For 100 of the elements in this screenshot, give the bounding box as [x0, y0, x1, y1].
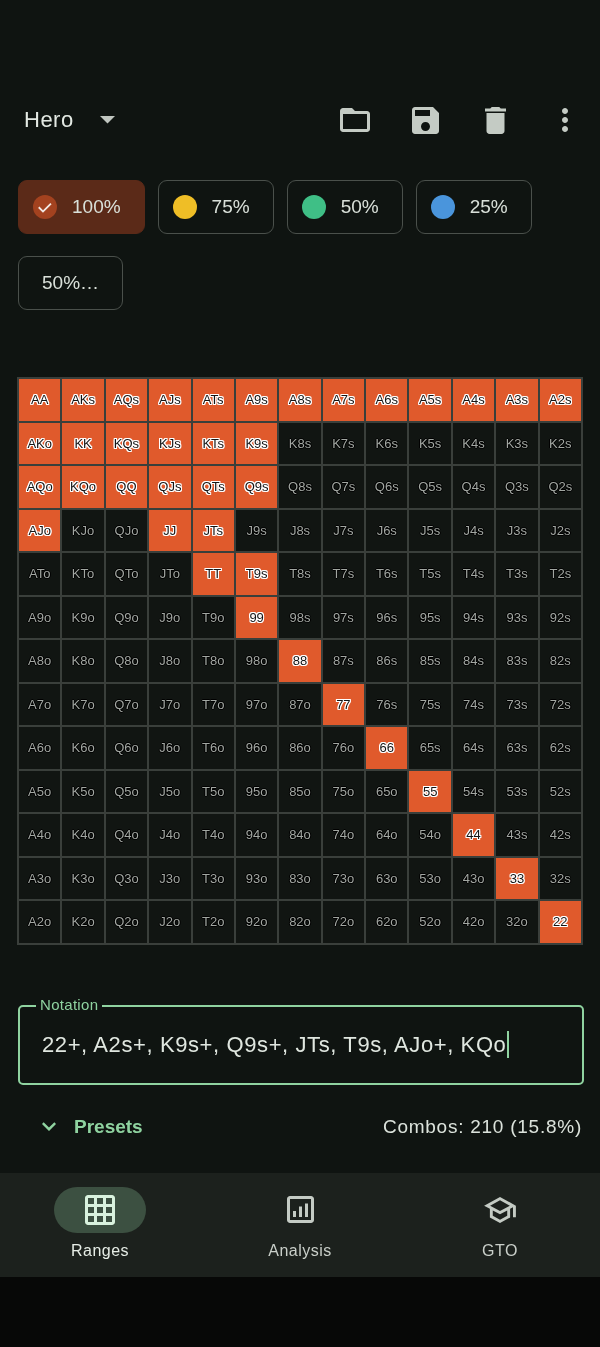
hand-cell[interactable]: 84o [279, 814, 321, 856]
hand-cell[interactable]: 93o [235, 857, 278, 899]
hand-cell[interactable]: K4o [62, 814, 104, 856]
hand-cell[interactable]: 76s [366, 683, 408, 725]
hand-cell[interactable]: AJs [149, 379, 191, 421]
weight-chip[interactable]: 75% [157, 180, 274, 234]
hand-cell[interactable]: 62s [539, 727, 581, 769]
weight-chip[interactable]: 25% [415, 180, 532, 234]
hand-cell[interactable]: 72o [322, 901, 365, 943]
hand-cell[interactable]: 42o [452, 901, 495, 943]
hand-cell[interactable]: A4s [452, 379, 495, 421]
hand-cell[interactable]: 64o [366, 814, 408, 856]
hand-cell[interactable]: 75o [322, 770, 365, 812]
hand-cell[interactable]: K8s [279, 422, 321, 464]
hand-cell[interactable]: KQs [105, 422, 148, 464]
hand-cell[interactable]: A5s [409, 379, 451, 421]
hand-cell[interactable]: K3s [496, 422, 538, 464]
hand-cell[interactable]: Q3s [496, 466, 538, 508]
hand-cell[interactable]: T7o [192, 683, 234, 725]
hand-cell[interactable]: Q9o [105, 596, 148, 638]
hand-cell[interactable]: A7o [19, 683, 61, 725]
hand-cell[interactable]: 65s [409, 727, 451, 769]
hand-cell[interactable]: 85o [279, 770, 321, 812]
hand-cell[interactable]: Q6s [366, 466, 408, 508]
hand-cell[interactable]: K4s [452, 422, 495, 464]
hand-cell[interactable]: JJ [149, 509, 191, 551]
weight-chip[interactable]: 100% [18, 180, 145, 234]
hand-cell[interactable]: 66 [366, 727, 408, 769]
hand-cell[interactable]: J2o [149, 901, 191, 943]
hand-cell[interactable]: Q4s [452, 466, 495, 508]
hand-cell[interactable]: 94s [452, 596, 495, 638]
hand-cell[interactable]: J9o [149, 596, 191, 638]
hand-cell[interactable]: 76o [322, 727, 365, 769]
hand-cell[interactable]: AQs [105, 379, 148, 421]
hand-cell[interactable]: 95s [409, 596, 451, 638]
hand-cell[interactable]: 44 [452, 814, 495, 856]
hand-cell[interactable]: K9o [62, 596, 104, 638]
nav-tab[interactable]: GTO [400, 1172, 600, 1277]
hand-cell[interactable]: J7s [322, 509, 365, 551]
hand-cell[interactable]: 54o [409, 814, 451, 856]
hand-cell[interactable]: 52o [409, 901, 451, 943]
hand-cell[interactable]: 85s [409, 640, 451, 682]
hand-cell[interactable]: 73s [496, 683, 538, 725]
hand-cell[interactable]: J8o [149, 640, 191, 682]
hand-cell[interactable]: ATs [192, 379, 234, 421]
hand-cell[interactable]: J5s [409, 509, 451, 551]
hand-cell[interactable]: K5s [409, 422, 451, 464]
hand-cell[interactable]: Q4o [105, 814, 148, 856]
hand-cell[interactable]: T6o [192, 727, 234, 769]
hand-cell[interactable]: A9s [235, 379, 278, 421]
hand-cell[interactable]: 74o [322, 814, 365, 856]
hand-cell[interactable]: 32o [496, 901, 538, 943]
hand-cell[interactable]: J3s [496, 509, 538, 551]
hand-cell[interactable]: 95o [235, 770, 278, 812]
hand-cell[interactable]: T7s [322, 553, 365, 595]
hand-cell[interactable]: Q5s [409, 466, 451, 508]
hand-cell[interactable]: Q9s [235, 466, 278, 508]
hand-cell[interactable]: A8s [279, 379, 321, 421]
hand-cell[interactable]: Q7s [322, 466, 365, 508]
hand-cell[interactable]: KTs [192, 422, 234, 464]
hand-cell[interactable]: A7s [322, 379, 365, 421]
hand-cell[interactable]: 96o [235, 727, 278, 769]
hand-cell[interactable]: 97s [322, 596, 365, 638]
hand-cell[interactable]: J9s [235, 509, 278, 551]
hand-cell[interactable]: J4o [149, 814, 191, 856]
hand-cell[interactable]: T5s [409, 553, 451, 595]
hand-cell[interactable]: 82s [539, 640, 581, 682]
hand-cell[interactable]: 43o [452, 857, 495, 899]
hand-cell[interactable]: Q2s [539, 466, 581, 508]
hand-cell[interactable]: J4s [452, 509, 495, 551]
hand-cell[interactable]: T4s [452, 553, 495, 595]
hand-cell[interactable]: T3o [192, 857, 234, 899]
hand-cell[interactable]: 98s [279, 596, 321, 638]
hand-cell[interactable]: 82o [279, 901, 321, 943]
hand-cell[interactable]: 87s [322, 640, 365, 682]
hand-cell[interactable]: T2s [539, 553, 581, 595]
hand-cell[interactable]: J7o [149, 683, 191, 725]
hand-cell[interactable]: T2o [192, 901, 234, 943]
hand-cell[interactable]: T4o [192, 814, 234, 856]
hand-cell[interactable]: Q7o [105, 683, 148, 725]
hand-cell[interactable]: 72s [539, 683, 581, 725]
hand-cell[interactable]: A6s [366, 379, 408, 421]
hand-cell[interactable]: AQo [19, 466, 61, 508]
hand-cell[interactable]: KJs [149, 422, 191, 464]
hand-cell[interactable]: J6o [149, 727, 191, 769]
hand-cell[interactable]: 75s [409, 683, 451, 725]
hand-cell[interactable]: 52s [539, 770, 581, 812]
hand-cell[interactable]: QJs [149, 466, 191, 508]
nav-tab[interactable]: Ranges [0, 1172, 200, 1277]
hand-cell[interactable]: JTo [149, 553, 191, 595]
hand-cell[interactable]: A3s [496, 379, 538, 421]
hand-cell[interactable]: J6s [366, 509, 408, 551]
hand-cell[interactable]: Q6o [105, 727, 148, 769]
hand-cell[interactable]: J2s [539, 509, 581, 551]
hand-cell[interactable]: 92s [539, 596, 581, 638]
hand-cell[interactable]: Q5o [105, 770, 148, 812]
hand-cell[interactable]: Q3o [105, 857, 148, 899]
hand-cell[interactable]: QTo [105, 553, 148, 595]
hand-cell[interactable]: K7s [322, 422, 365, 464]
hand-cell[interactable]: 77 [322, 683, 365, 725]
